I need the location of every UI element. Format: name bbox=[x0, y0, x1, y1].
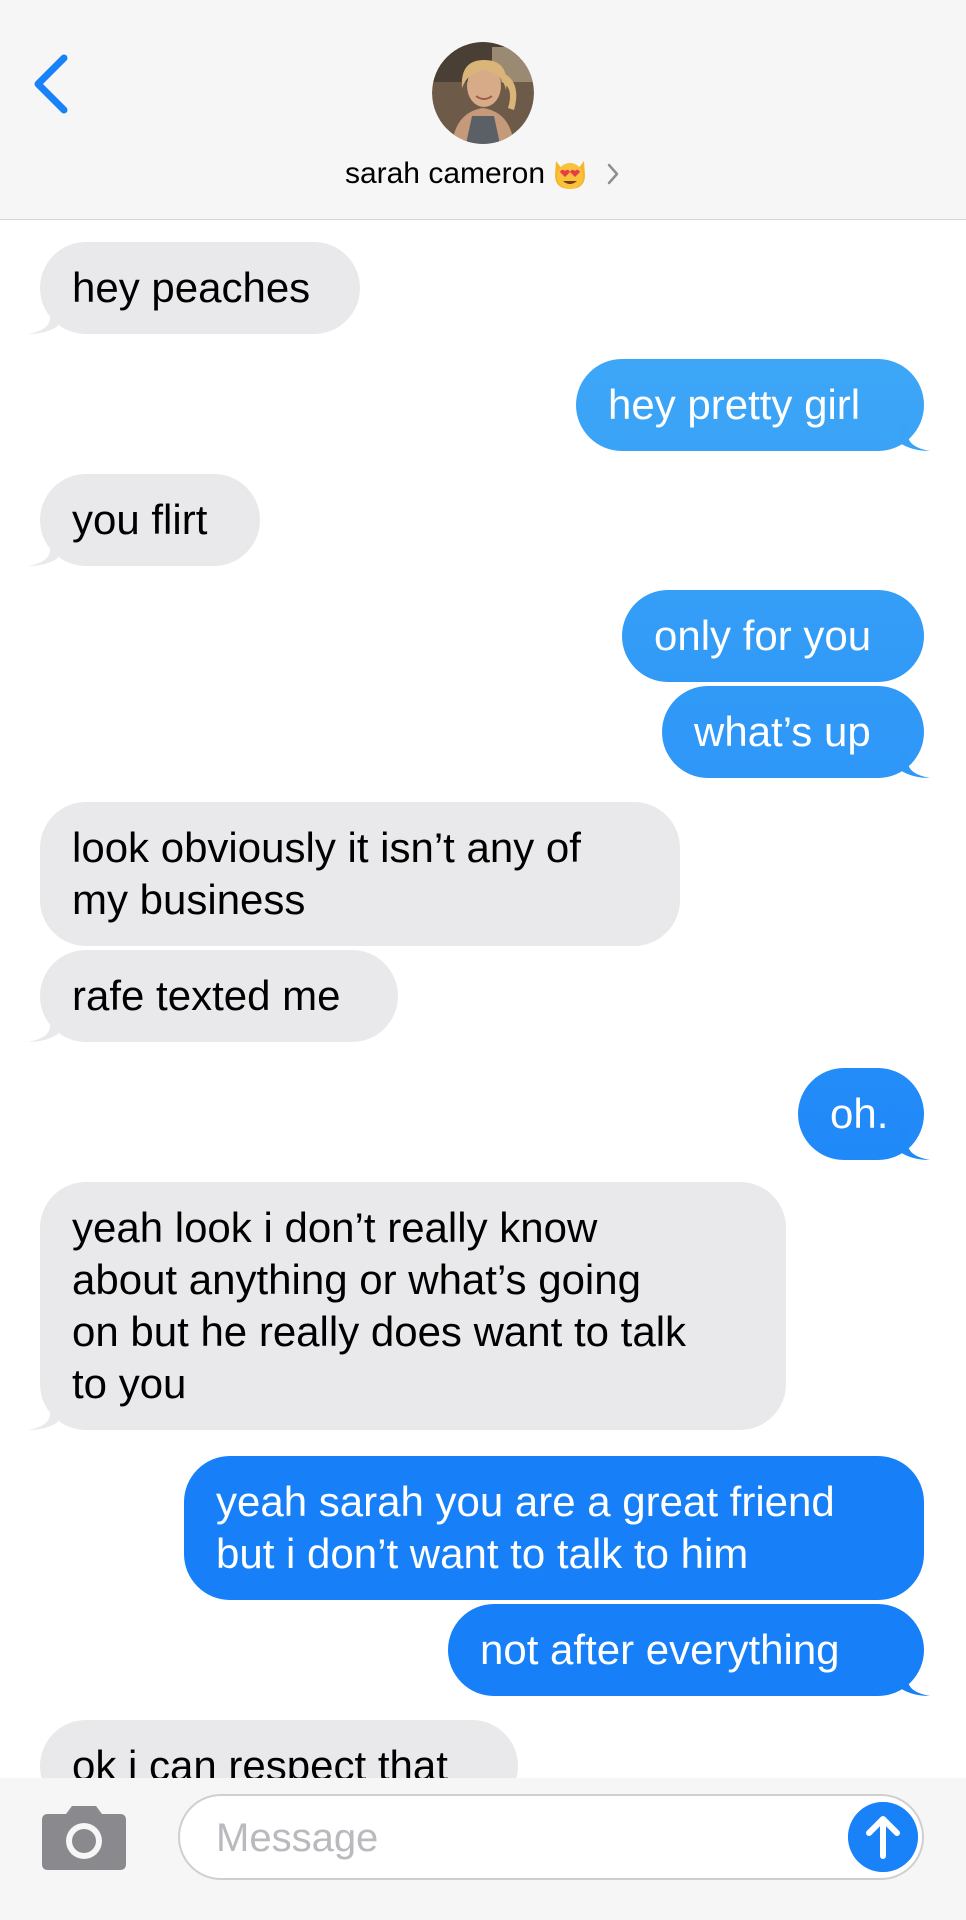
message-text: ok i can respect that bbox=[72, 1742, 448, 1778]
outgoing-message[interactable]: yeah sarah you are a great friend but i d… bbox=[0, 1456, 966, 1606]
bubble-tail bbox=[900, 1130, 930, 1160]
contact-name: sarah cameron bbox=[344, 157, 546, 190]
message-text: my business bbox=[72, 876, 306, 923]
bubble-tail bbox=[900, 748, 930, 778]
message-bubble[interactable]: hey pretty girl bbox=[576, 359, 924, 451]
message-text: about anything or what’s going bbox=[72, 1256, 641, 1303]
incoming-message[interactable]: rafe texted me bbox=[0, 950, 966, 1048]
message-bubble[interactable]: only for you bbox=[622, 590, 924, 682]
bubble-tail bbox=[28, 1400, 58, 1430]
message-bubble[interactable]: yeah look i don’t really know about anyth… bbox=[40, 1182, 786, 1430]
incoming-message[interactable]: ok i can respect that bbox=[0, 1720, 966, 1778]
outgoing-message[interactable]: what’s up bbox=[0, 686, 966, 784]
heart-eyes-cat-icon bbox=[555, 161, 586, 189]
contact-name-row[interactable]: sarah cameron bbox=[0, 150, 966, 198]
chevron-right-icon[interactable] bbox=[605, 161, 621, 187]
message-bubble[interactable]: you flirt bbox=[40, 474, 260, 566]
outgoing-message[interactable]: not after everything bbox=[0, 1604, 966, 1702]
message-bubble[interactable]: not after everything bbox=[448, 1604, 924, 1696]
outgoing-message[interactable]: only for you bbox=[0, 590, 966, 688]
camera-icon[interactable] bbox=[42, 1806, 126, 1870]
message-text: oh. bbox=[830, 1090, 889, 1137]
bubble-tail bbox=[28, 1012, 58, 1042]
message-text: hey peaches bbox=[72, 264, 311, 311]
message-bubble[interactable]: hey peaches bbox=[40, 242, 360, 334]
incoming-message[interactable]: you flirt bbox=[0, 474, 966, 572]
message-bubble[interactable]: rafe texted me bbox=[40, 950, 398, 1042]
message-bubble[interactable]: ok i can respect that bbox=[40, 1720, 518, 1778]
message-bubble[interactable]: yeah sarah you are a great friend but i d… bbox=[184, 1456, 924, 1600]
message-text: yeah look i don’t really know bbox=[72, 1204, 598, 1251]
arrow-up-icon[interactable] bbox=[848, 1802, 918, 1872]
composer-bar bbox=[0, 1778, 966, 1920]
outgoing-message[interactable]: oh. bbox=[0, 1068, 966, 1166]
message-text: not after everything bbox=[480, 1626, 840, 1673]
message-list[interactable]: hey peaches hey pretty girl you flirt only … bbox=[0, 220, 966, 1778]
chevron-left-icon[interactable] bbox=[24, 48, 84, 120]
conversation-header: sarah cameron bbox=[0, 0, 966, 220]
message-bubble[interactable]: what’s up bbox=[662, 686, 924, 778]
message-bubble[interactable]: look obviously it isn’t any of my busines… bbox=[40, 802, 680, 946]
contact-avatar[interactable] bbox=[432, 42, 534, 144]
message-text: look obviously it isn’t any of bbox=[72, 824, 581, 871]
message-text: what’s up bbox=[694, 708, 871, 755]
incoming-message[interactable]: look obviously it isn’t any of my busines… bbox=[0, 802, 966, 952]
message-text: to you bbox=[72, 1360, 187, 1407]
message-text: rafe texted me bbox=[72, 972, 341, 1019]
incoming-message[interactable]: yeah look i don’t really know about anyth… bbox=[0, 1182, 966, 1436]
message-text: hey pretty girl bbox=[608, 381, 861, 428]
message-text: only for you bbox=[654, 612, 872, 659]
bubble-tail bbox=[28, 304, 58, 334]
message-text: you flirt bbox=[72, 496, 208, 543]
message-input-container[interactable] bbox=[178, 1794, 924, 1880]
bubble-tail bbox=[900, 421, 930, 451]
message-input[interactable] bbox=[214, 1806, 778, 1870]
message-text: on but he really does want to talk bbox=[72, 1308, 687, 1355]
outgoing-message[interactable]: hey pretty girl bbox=[0, 359, 966, 457]
message-text: yeah sarah you are a great friend bbox=[216, 1478, 835, 1525]
bubble-tail bbox=[900, 1666, 930, 1696]
incoming-message[interactable]: hey peaches bbox=[0, 242, 966, 340]
message-text: but i don’t want to talk to him bbox=[216, 1530, 749, 1577]
bubble-tail bbox=[28, 536, 58, 566]
